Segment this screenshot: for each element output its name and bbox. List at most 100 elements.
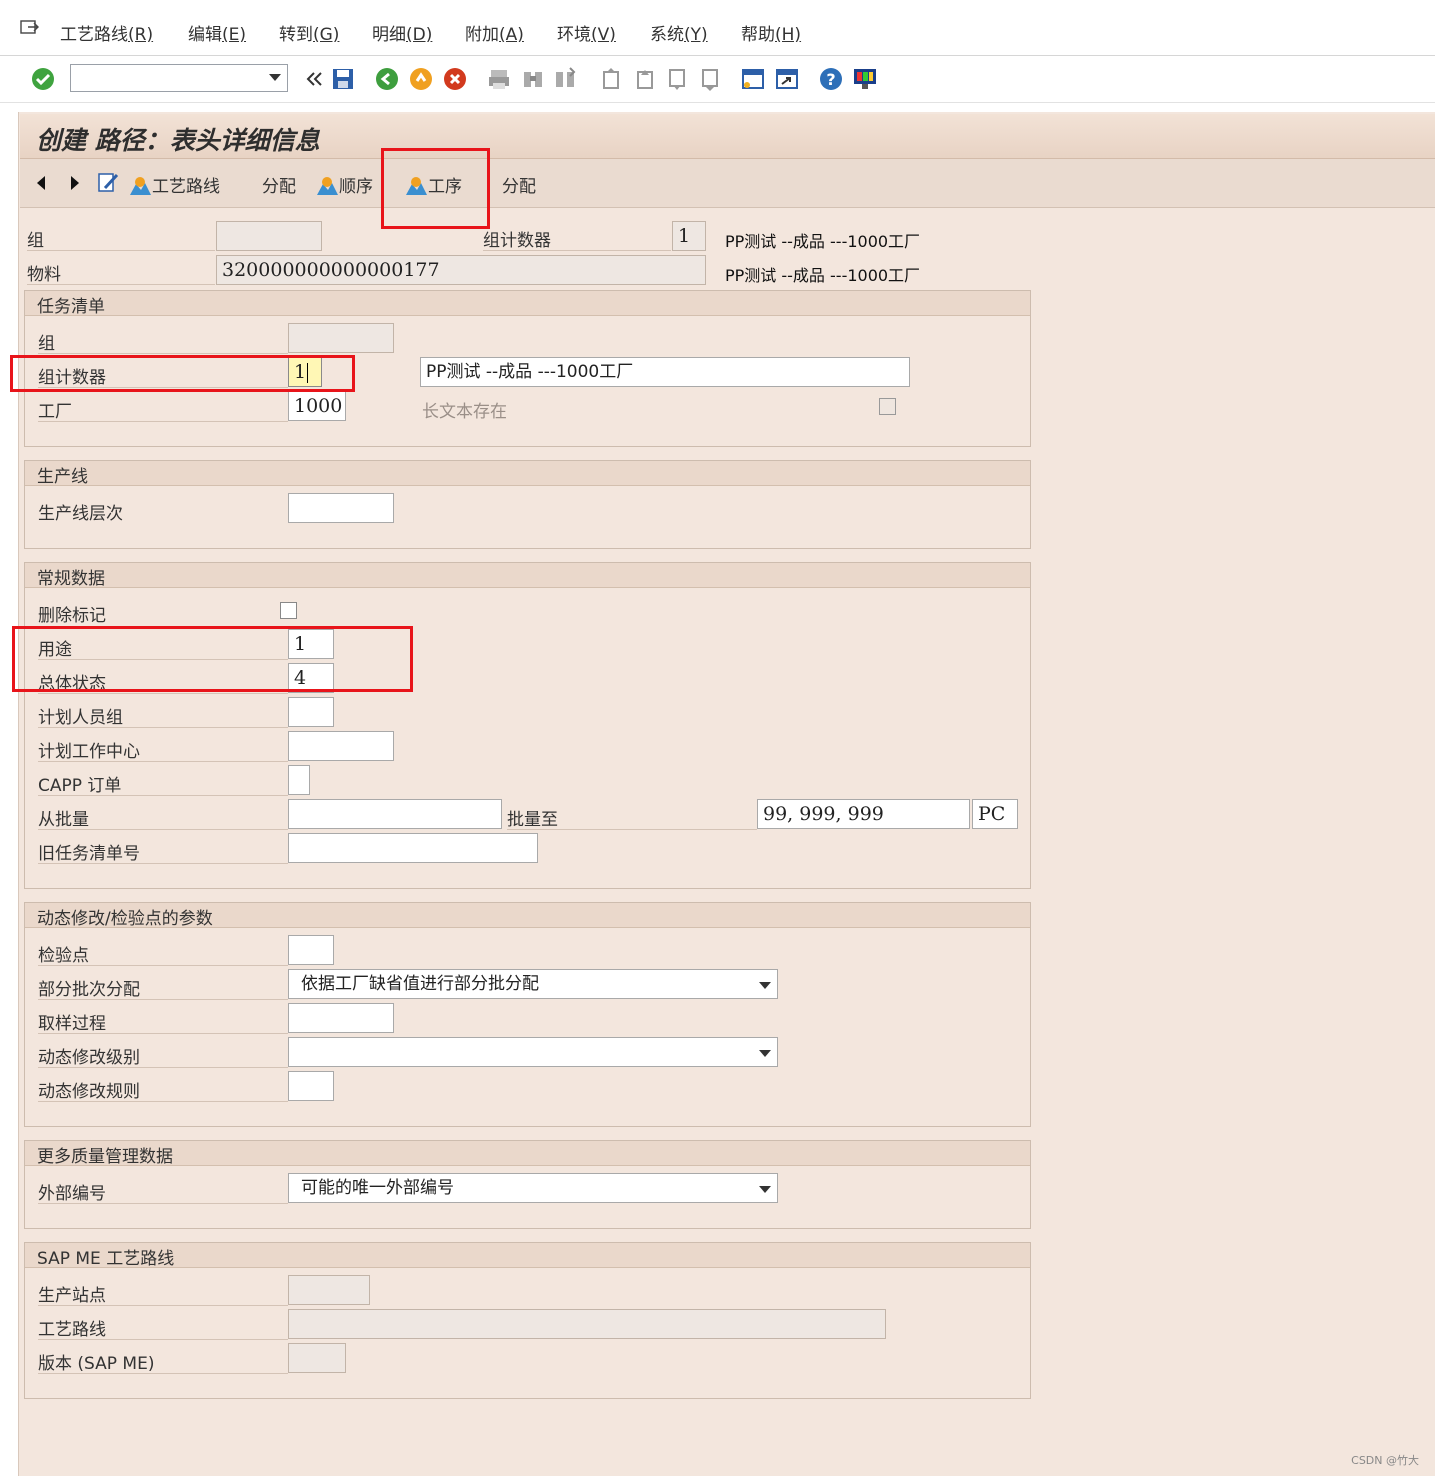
planner-group-field[interactable]: [288, 697, 334, 727]
assign-button-2[interactable]: 分配: [502, 172, 536, 197]
sapme-version-field[interactable]: [288, 1343, 346, 1373]
longtext-label: 长文本存在: [422, 402, 507, 422]
dropdown-arrow-icon[interactable]: [269, 74, 281, 81]
save-icon[interactable]: [330, 66, 356, 92]
dropdown-arrow-icon[interactable]: [759, 1050, 771, 1057]
dynamic-modification-group: 动态修改/检验点的参数: [24, 902, 1031, 1127]
task-list-title: 任务清单: [37, 297, 105, 317]
sap-me-title: SAP ME 工艺路线: [37, 1249, 175, 1269]
longtext-checkbox: [879, 398, 896, 415]
cancel-icon[interactable]: [442, 66, 468, 92]
tl-plant-label: 工厂: [38, 402, 72, 422]
lot-to-label: 批量至: [507, 810, 558, 830]
lot-to-field[interactable]: 99, 999, 999: [757, 799, 970, 829]
previous-page-icon[interactable]: [632, 66, 658, 92]
general-data-title: 常规数据: [37, 569, 105, 589]
watermark: CSDN @竹大: [1351, 1454, 1419, 1467]
group-field[interactable]: [216, 221, 322, 251]
highlight-usage-status: [12, 626, 413, 692]
work-center-label: 计划工作中心: [38, 742, 140, 762]
capp-label: CAPP 订单: [38, 776, 122, 796]
tl-group-label: 组: [38, 334, 55, 354]
old-task-list-label: 旧任务清单号: [38, 844, 140, 864]
exit-icon[interactable]: [408, 66, 434, 92]
menu-details[interactable]: 明细(D): [372, 20, 432, 45]
station-label: 生产站点: [38, 1286, 106, 1306]
routing-icon: [130, 177, 151, 195]
check-icon[interactable]: [30, 66, 56, 92]
tl-description-field[interactable]: PP测试 --成品 ---1000工厂: [420, 357, 910, 387]
menu-edit[interactable]: 编辑(E): [188, 20, 246, 45]
command-field[interactable]: [70, 64, 288, 92]
highlight-group-counter: [10, 355, 355, 392]
menu-routing[interactable]: 工艺路线(R): [60, 20, 153, 45]
counter-label: 组计数器: [483, 231, 551, 251]
shortcut-icon[interactable]: [774, 66, 800, 92]
inspection-point-label: 检验点: [38, 946, 89, 966]
sapme-routing-field[interactable]: [288, 1309, 886, 1339]
next-page-icon[interactable]: [664, 66, 690, 92]
previous-icon[interactable]: [34, 174, 48, 192]
menu-environment[interactable]: 环境(V): [557, 20, 616, 45]
unit-field[interactable]: PC: [972, 799, 1018, 829]
line-hierarchy-label: 生产线层次: [38, 504, 123, 524]
group-label: 组: [27, 231, 44, 251]
menu-bar: 工艺路线(R) 编辑(E) 转到(G) 明细(D) 附加(A) 环境(V) 系统…: [0, 0, 1435, 56]
line-hierarchy-field[interactable]: [288, 493, 394, 523]
counter-field[interactable]: 1: [672, 221, 706, 251]
back-icon[interactable]: [374, 66, 400, 92]
menu-icon[interactable]: [20, 18, 40, 38]
page-title: 创建 路径：表头详细信息: [36, 126, 320, 155]
tl-plant-field[interactable]: 1000: [288, 391, 346, 421]
old-task-list-field[interactable]: [288, 833, 538, 863]
sampling-field[interactable]: [288, 1003, 394, 1033]
svg-text:?: ?: [826, 70, 835, 89]
counter-description: PP测试 --成品 ---1000工厂: [725, 232, 921, 251]
sequence-icon: [317, 177, 338, 195]
mod-level-select[interactable]: [288, 1037, 778, 1067]
menu-extras[interactable]: 附加(A): [465, 20, 524, 45]
double-chevron-left-icon[interactable]: [302, 66, 328, 92]
mod-level-label: 动态修改级别: [38, 1048, 140, 1068]
tl-group-field[interactable]: [288, 323, 394, 353]
layout-icon[interactable]: [852, 66, 878, 92]
station-field[interactable]: [288, 1275, 370, 1305]
partial-lot-label: 部分批次分配: [38, 980, 140, 1000]
lot-from-label: 从批量: [38, 810, 89, 830]
inspection-point-field[interactable]: [288, 935, 334, 965]
work-center-field[interactable]: [288, 731, 394, 761]
mod-rule-field[interactable]: [288, 1071, 334, 1101]
last-page-icon[interactable]: [697, 66, 723, 92]
external-number-label: 外部编号: [38, 1184, 106, 1204]
lot-from-field[interactable]: [288, 799, 502, 829]
production-line-group: 生产线: [24, 460, 1031, 549]
menu-help[interactable]: 帮助(H): [741, 20, 801, 45]
external-number-select[interactable]: 可能的唯一外部编号: [288, 1173, 778, 1203]
find-icon[interactable]: [520, 66, 546, 92]
dropdown-arrow-icon[interactable]: [759, 982, 771, 989]
find-next-icon[interactable]: [552, 66, 578, 92]
routing-button[interactable]: 工艺路线: [128, 172, 220, 197]
dropdown-arrow-icon[interactable]: [759, 1186, 771, 1193]
partial-lot-select[interactable]: 依据工厂缺省值进行部分批分配: [288, 969, 778, 999]
delete-flag-checkbox[interactable]: [280, 602, 297, 619]
first-page-icon[interactable]: [598, 66, 624, 92]
menu-system[interactable]: 系统(Y): [650, 20, 708, 45]
capp-field[interactable]: [288, 765, 310, 795]
sequence-button[interactable]: 顺序: [315, 172, 373, 197]
material-field[interactable]: 320000000000000177: [216, 255, 706, 285]
edit-icon[interactable]: [96, 170, 120, 194]
print-icon[interactable]: [486, 66, 512, 92]
next-icon[interactable]: [68, 174, 82, 192]
highlight-operation: [381, 148, 490, 229]
sampling-label: 取样过程: [38, 1014, 106, 1034]
menu-goto[interactable]: 转到(G): [279, 20, 339, 45]
mod-rule-label: 动态修改规则: [38, 1082, 140, 1102]
planner-group-label: 计划人员组: [38, 708, 123, 728]
new-session-icon[interactable]: [740, 66, 766, 92]
help-icon[interactable]: ?: [818, 66, 844, 92]
assign-button[interactable]: 分配: [262, 172, 296, 197]
delete-flag-label: 删除标记: [38, 606, 106, 626]
material-label: 物料: [27, 265, 61, 285]
dynamic-modification-title: 动态修改/检验点的参数: [37, 909, 213, 929]
